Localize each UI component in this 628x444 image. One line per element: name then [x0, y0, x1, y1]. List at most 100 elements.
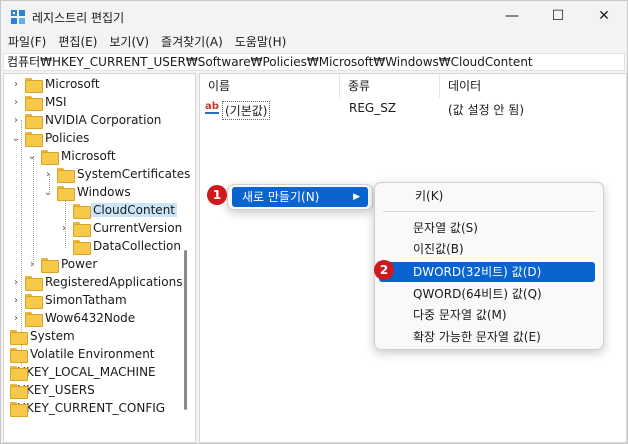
value-row[interactable]: ab (기본값) REG_SZ (값 설정 안 됨) [200, 100, 626, 120]
step-badge-2: 2 [374, 260, 394, 280]
folder-icon [25, 275, 43, 291]
tree-node-label: Windows [77, 185, 131, 199]
tree-node[interactable]: HKEY_CURRENT_CONFIG [4, 399, 166, 417]
value-name: (기본값) [222, 101, 271, 120]
menu-item-expandable-string-value[interactable]: 확장 가능한 문자열 값(E) [379, 327, 599, 347]
tree-node[interactable]: DataCollection [58, 237, 181, 255]
chevron-right-icon[interactable]: › [58, 219, 70, 237]
menu-view[interactable]: 보기(V) [103, 32, 155, 52]
tree-node[interactable]: HKEY_LOCAL_MACHINE [4, 363, 156, 381]
tree-node-label: RegisteredApplications [45, 275, 183, 289]
menu-edit[interactable]: 편집(E) [52, 32, 103, 52]
menu-item-string-value[interactable]: 문자열 값(S) [379, 218, 599, 238]
registry-editor-window: 레지스트리 편집기 — ☐ ✕ 파일(F) 편집(E) 보기(V) 즐겨찾기(A… [0, 0, 628, 444]
chevron-right-icon[interactable]: › [10, 93, 22, 111]
tree-node[interactable]: ⌄ Policies [10, 129, 89, 147]
folder-icon [10, 401, 28, 417]
folder-icon [25, 95, 43, 111]
tree-node[interactable]: › RegisteredApplications [10, 273, 182, 291]
menu-file[interactable]: 파일(F) [1, 32, 52, 52]
tree-node[interactable]: › MSI [10, 93, 67, 111]
tree-node-label: Power [61, 257, 98, 271]
tree-node-selected[interactable]: CloudContent [58, 201, 178, 219]
folder-icon [25, 77, 43, 93]
folder-icon [10, 383, 28, 399]
chevron-right-icon[interactable]: › [42, 165, 54, 183]
tree-node-label: SystemCertificates [77, 167, 191, 181]
chevron-right-icon[interactable]: › [26, 255, 38, 273]
chevron-right-icon[interactable]: › [10, 111, 22, 129]
tree-node-label: Policies [45, 131, 90, 145]
folder-icon [73, 203, 91, 219]
folder-icon [10, 329, 28, 345]
chevron-down-icon[interactable]: ⌄ [10, 129, 22, 147]
window-title: 레지스트리 편집기 [32, 11, 125, 25]
tree-node[interactable]: › Power [26, 255, 97, 273]
menu-help[interactable]: 도움말(H) [229, 32, 293, 52]
step-badge-1: 1 [207, 185, 227, 205]
tree-node[interactable]: HKEY_USERS [4, 381, 95, 399]
tree-node[interactable]: ⌄ Windows [42, 183, 131, 201]
menu-item-multi-string-value[interactable]: 다중 문자열 값(M) [379, 305, 599, 325]
folder-icon [73, 239, 91, 255]
tree-node-label: DataCollection [93, 239, 182, 253]
submenu-arrow-icon: ▶ [353, 192, 360, 202]
menu-item-key[interactable]: 키(K) [379, 186, 599, 206]
chevron-right-icon[interactable]: › [10, 75, 22, 93]
close-icon: ✕ [598, 8, 610, 24]
tree-node-label: Microsoft [45, 77, 100, 91]
menu-separator [383, 211, 595, 212]
menu-bar: 파일(F) 편집(E) 보기(V) 즐겨찾기(A) 도움말(H) [1, 32, 627, 52]
folder-icon [41, 257, 59, 273]
chevron-down-icon[interactable]: ⌄ [26, 147, 38, 165]
tree-node[interactable]: › Microsoft [10, 75, 100, 93]
tree-node[interactable]: › SimonTatham [10, 291, 127, 309]
tree-node[interactable]: System [4, 327, 75, 345]
chevron-right-icon[interactable]: › [10, 309, 22, 327]
value-type: REG_SZ [349, 101, 397, 115]
tree-node-label: HKEY_LOCAL_MACHINE [17, 365, 156, 379]
tree-node[interactable]: Volatile Environment [4, 345, 155, 363]
maximize-button[interactable]: ☐ [535, 1, 581, 31]
value-data: (값 설정 안 됨) [448, 103, 525, 117]
maximize-icon: ☐ [551, 8, 565, 24]
chevron-down-icon[interactable]: ⌄ [42, 183, 54, 201]
menu-item-new-label: 새로 만들기(N) [242, 190, 320, 204]
tree-node[interactable]: › Wow6432Node [10, 309, 135, 327]
folder-icon [25, 131, 43, 147]
chevron-right-icon[interactable]: › [10, 291, 22, 309]
column-header-name[interactable]: 이름 [200, 74, 340, 98]
menu-item-dword-value[interactable]: DWORD(32비트) 값(D) [379, 262, 595, 282]
context-menu: 새로 만들기(N) ▶ [227, 184, 373, 210]
folder-icon [10, 365, 28, 381]
tree-node[interactable]: › NVIDIA Corporation [10, 111, 161, 129]
menu-favorites[interactable]: 즐겨찾기(A) [155, 32, 229, 52]
folder-icon [10, 347, 28, 363]
folder-icon [25, 311, 43, 327]
column-header-data[interactable]: 데이터 [440, 74, 626, 98]
folder-icon [41, 149, 59, 165]
close-button[interactable]: ✕ [581, 1, 627, 31]
minimize-button[interactable]: — [489, 1, 535, 31]
chevron-right-icon[interactable]: › [10, 273, 22, 291]
column-header-type[interactable]: 종류 [340, 74, 440, 98]
registry-tree: › Microsoft › MSI › NVIDIA Corporation ⌄ Pol… [3, 73, 196, 443]
folder-icon [25, 293, 43, 309]
menu-item-binary-value[interactable]: 이진값(B) [379, 239, 599, 259]
tree-node[interactable]: ⌄ Microsoft [26, 147, 116, 165]
menu-item-new[interactable]: 새로 만들기(N) ▶ [232, 187, 368, 207]
address-bar[interactable]: 컴퓨터₩HKEY_CURRENT_USER₩Software₩Policies₩… [3, 53, 625, 71]
tree-node[interactable]: › SystemCertificates [42, 165, 190, 183]
title-bar: 레지스트리 편집기 — ☐ ✕ [1, 1, 627, 31]
minimize-icon: — [505, 8, 519, 24]
tree-node-label: HKEY_CURRENT_CONFIG [17, 401, 166, 415]
folder-icon [73, 221, 91, 237]
tree-node-label: Wow6432Node [45, 311, 136, 325]
tree-scrollbar[interactable] [184, 250, 187, 410]
tree-node[interactable]: › CurrentVersion [58, 219, 182, 237]
menu-item-qword-value[interactable]: QWORD(64비트) 값(Q) [379, 284, 599, 304]
